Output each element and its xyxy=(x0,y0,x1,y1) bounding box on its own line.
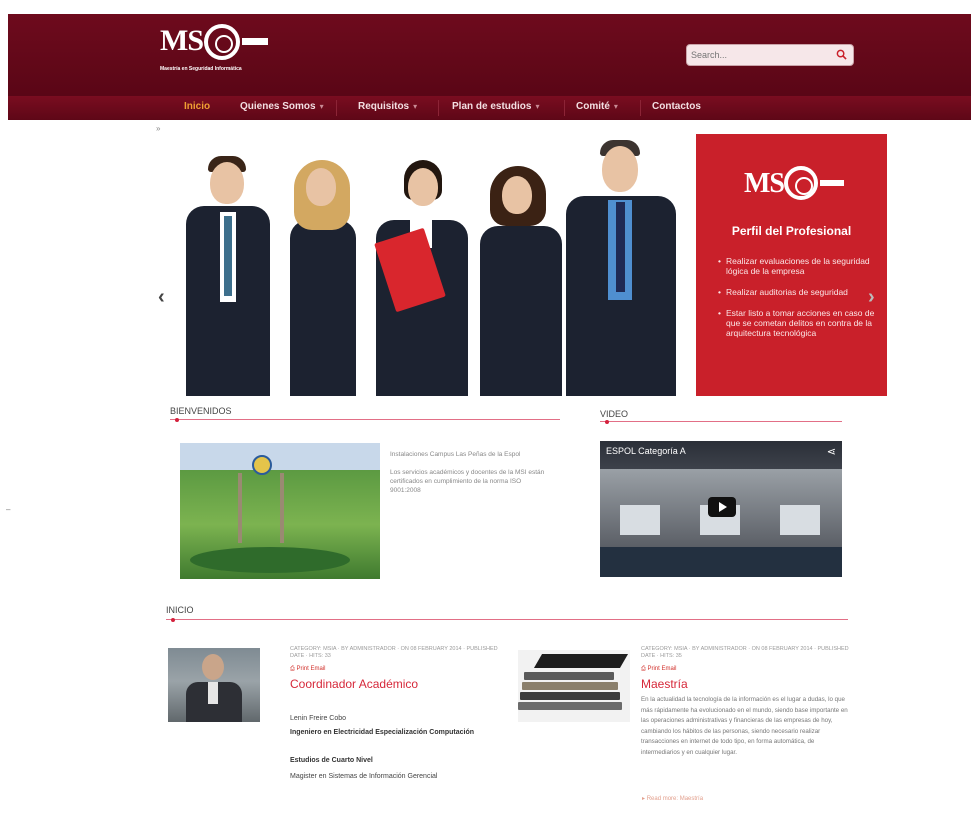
coordinator-name: Lenin Freire Cobo xyxy=(290,715,347,722)
nav-label: Requisitos xyxy=(358,101,410,112)
certification-text: Los servicios académicos y docentes de l… xyxy=(390,469,545,494)
nav-item-requisitos[interactable]: Requisitos ▾ xyxy=(358,101,417,112)
section-marker xyxy=(605,420,609,424)
hero-slider-image xyxy=(172,134,692,396)
read-more-label: Read more: Maestría xyxy=(646,796,704,802)
nav-label: Quienes Somos xyxy=(240,101,316,112)
article-meta: CATEGORY: MSIA · BY ADMINISTRADOR · ON 0… xyxy=(641,646,849,659)
article-title-coordinador[interactable]: Coordinador Académico xyxy=(290,677,418,691)
profile-list: Realizar evaluaciones de la seguridad ló… xyxy=(718,256,878,349)
section-marker xyxy=(175,418,179,422)
nav-label: Plan de estudios xyxy=(452,101,532,112)
section-marker xyxy=(171,618,175,622)
profile-title: Perfil del Profesional xyxy=(731,224,852,238)
video-title: ESPOL Categoría A xyxy=(606,446,686,456)
main-nav: Inicio Quienes Somos ▾ Requisitos ▾ Plan d… xyxy=(8,96,971,120)
graduation-cap-icon xyxy=(533,654,629,668)
section-divider xyxy=(166,619,848,620)
article-meta: CATEGORY: MSIA · BY ADMINISTRADOR · ON 0… xyxy=(290,646,498,659)
section-heading-inicio: INICIO xyxy=(166,605,194,615)
section-heading-bienvenidos: BIENVENIDOS xyxy=(170,406,232,416)
coordinator-photo[interactable] xyxy=(168,648,260,722)
graduation-books-photo[interactable] xyxy=(518,650,630,722)
chevron-down-icon: ▾ xyxy=(535,102,540,111)
section-heading-video: VIDEO xyxy=(600,409,629,419)
degree-line: Magister en Sistemas de Información Gere… xyxy=(290,773,438,780)
campus-caption: Instalaciones Campus Las Peñas de la Esp… xyxy=(390,451,521,458)
chevron-down-icon: ▾ xyxy=(319,102,324,111)
search-input[interactable] xyxy=(691,47,827,63)
profile-list-item: Realizar evaluaciones de la seguridad ló… xyxy=(718,256,878,276)
chevron-left-icon[interactable]: ‹ xyxy=(158,286,165,309)
section-divider xyxy=(600,421,842,422)
article-title-maestria[interactable]: Maestría xyxy=(641,677,688,691)
chevron-down-icon: ▾ xyxy=(413,102,418,111)
nav-label: Comité xyxy=(576,101,610,112)
degree-line: Ingeniero en Electricidad Especializació… xyxy=(290,729,474,736)
video-player[interactable]: ESPOL Categoría A ⋖ xyxy=(600,441,842,577)
chevron-right-icon[interactable]: › xyxy=(868,286,875,309)
logo-bar xyxy=(242,38,268,45)
logo-subtitle: Maestría en Seguridad Informática xyxy=(160,66,242,72)
profile-logo: MS xyxy=(744,164,854,204)
logo-text: MS xyxy=(160,24,204,57)
logo-lock-icon xyxy=(784,166,818,200)
print-email-label: Print Email xyxy=(296,666,326,672)
share-icon[interactable]: ⋖ xyxy=(827,445,836,458)
nav-divider xyxy=(438,100,439,116)
site-logo[interactable]: MS Maestría en Seguridad Informática xyxy=(160,20,270,78)
person-figure xyxy=(562,140,678,396)
nav-divider xyxy=(640,100,641,116)
nav-item-contactos[interactable]: Contactos xyxy=(652,101,701,112)
print-email-links[interactable]: ⎙ Print Email xyxy=(290,666,325,673)
slider-marker: » xyxy=(156,124,161,133)
nav-item-inicio[interactable]: Inicio xyxy=(184,101,210,112)
person-figure xyxy=(186,156,270,396)
person-figure xyxy=(288,160,358,396)
profile-list-item: Realizar auditorias de seguridad xyxy=(718,287,878,297)
article-paragraph: En la actualidad la tecnología de la inf… xyxy=(641,696,848,756)
print-email-label: Print Email xyxy=(647,666,677,672)
chevron-down-icon: ▾ xyxy=(613,102,618,111)
logo-text: MS xyxy=(744,168,785,199)
logo-lock-icon xyxy=(204,24,240,60)
play-button[interactable] xyxy=(708,497,736,517)
search-box xyxy=(686,44,854,66)
nav-item-quienes-somos[interactable]: Quienes Somos ▾ xyxy=(240,101,324,112)
nav-item-comite[interactable]: Comité ▾ xyxy=(576,101,618,112)
nav-label: Contactos xyxy=(652,101,701,112)
logo-bar xyxy=(820,180,844,186)
nav-divider xyxy=(564,100,565,116)
site-header: MS Maestría en Seguridad Informática xyxy=(8,14,971,96)
nav-item-plan-de-estudios[interactable]: Plan de estudios ▾ xyxy=(452,101,539,112)
print-email-links[interactable]: ⎙ Print Email xyxy=(641,666,676,673)
person-figure xyxy=(476,166,566,396)
degree-line: Estudios de Cuarto Nivel xyxy=(290,757,373,764)
read-more-link[interactable]: ▸ Read more: Maestría xyxy=(642,795,703,802)
search-icon[interactable] xyxy=(836,49,847,60)
espol-seal-icon xyxy=(252,455,272,475)
stray-mark: – xyxy=(6,505,11,514)
profile-panel: MS Perfil del Profesional Realizar evalu… xyxy=(696,134,887,396)
campus-photo xyxy=(180,443,380,579)
profile-list-item: Estar listo a tomar acciones en caso de … xyxy=(718,308,878,338)
section-divider xyxy=(170,419,560,420)
nav-label: Inicio xyxy=(184,101,211,112)
nav-divider xyxy=(336,100,337,116)
